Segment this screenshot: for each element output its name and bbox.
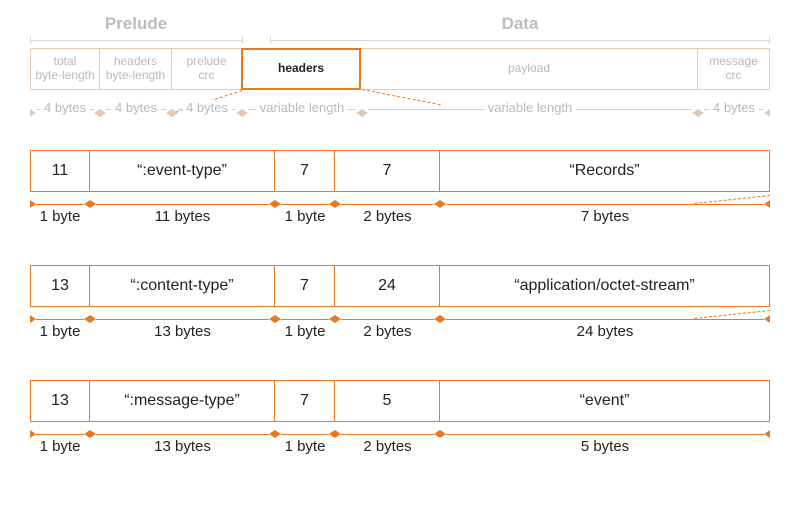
- size-label: 13 bytes: [90, 309, 275, 326]
- size-label: 7 bytes: [440, 194, 770, 211]
- header-value-type: 7: [275, 380, 335, 422]
- header-value-length: 7: [335, 150, 440, 192]
- field-payload: payload: [361, 48, 698, 90]
- size-label: 5 bytes: [440, 424, 770, 441]
- size-total-byte-length: 4 bytes: [30, 100, 100, 118]
- field-message-crc: message crc: [698, 48, 770, 90]
- size-payload: variable length: [362, 100, 698, 118]
- section-label-prelude: Prelude: [30, 14, 242, 34]
- size-headers: variable length: [242, 100, 362, 118]
- header-name: “:message-type”: [90, 380, 275, 422]
- field-total-byte-length: total byte-length: [30, 48, 100, 90]
- header-row-1-sizes: 1 byte 11 bytes 1 byte 2 bytes 7 bytes: [30, 194, 770, 211]
- header-value-type: 7: [275, 150, 335, 192]
- message-frame-row: total byte-length headers byte-length pr…: [30, 48, 770, 90]
- size-label: 1 byte: [275, 309, 335, 326]
- size-headers-byte-length: 4 bytes: [100, 100, 172, 118]
- field-prelude-crc: prelude crc: [172, 48, 242, 90]
- size-label: 1 byte: [30, 309, 90, 326]
- size-label: 2 bytes: [335, 424, 440, 441]
- header-name-length: 13: [30, 265, 90, 307]
- header-row-2-sizes: 1 byte 13 bytes 1 byte 2 bytes 24 bytes: [30, 309, 770, 326]
- size-message-crc: 4 bytes: [698, 100, 770, 118]
- size-label: 1 byte: [30, 194, 90, 211]
- header-row-1: 11 “:event-type” 7 7 “Records”: [30, 150, 770, 192]
- header-value: “event”: [440, 380, 770, 422]
- header-name: “:event-type”: [90, 150, 275, 192]
- event-stream-format-diagram: { "sections": { "prelude": "Prelude", "d…: [0, 0, 800, 510]
- message-frame-sizes: 4 bytes 4 bytes 4 bytes variable length …: [30, 100, 770, 118]
- size-label: 2 bytes: [335, 194, 440, 211]
- field-headers: headers: [241, 48, 361, 90]
- header-row-3: 13 “:message-type” 7 5 “event”: [30, 380, 770, 422]
- header-row-3-sizes: 1 byte 13 bytes 1 byte 2 bytes 5 bytes: [30, 424, 770, 441]
- header-row-2: 13 “:content-type” 7 24 “application/oct…: [30, 265, 770, 307]
- size-label: 2 bytes: [335, 309, 440, 326]
- header-value-length: 24: [335, 265, 440, 307]
- header-name-length: 11: [30, 150, 90, 192]
- size-prelude-crc: 4 bytes: [172, 100, 242, 118]
- header-value-type: 7: [275, 265, 335, 307]
- size-label: 1 byte: [275, 424, 335, 441]
- size-label: 1 byte: [30, 424, 90, 441]
- header-value: “Records”: [440, 150, 770, 192]
- section-label-data: Data: [270, 14, 770, 34]
- size-label: 24 bytes: [440, 309, 770, 326]
- field-headers-byte-length: headers byte-length: [100, 48, 172, 90]
- header-value-length: 5: [335, 380, 440, 422]
- header-name: “:content-type”: [90, 265, 275, 307]
- header-name-length: 13: [30, 380, 90, 422]
- size-label: 11 bytes: [90, 194, 275, 211]
- header-value: “application/octet-stream”: [440, 265, 770, 307]
- size-label: 13 bytes: [90, 424, 275, 441]
- size-label: 1 byte: [275, 194, 335, 211]
